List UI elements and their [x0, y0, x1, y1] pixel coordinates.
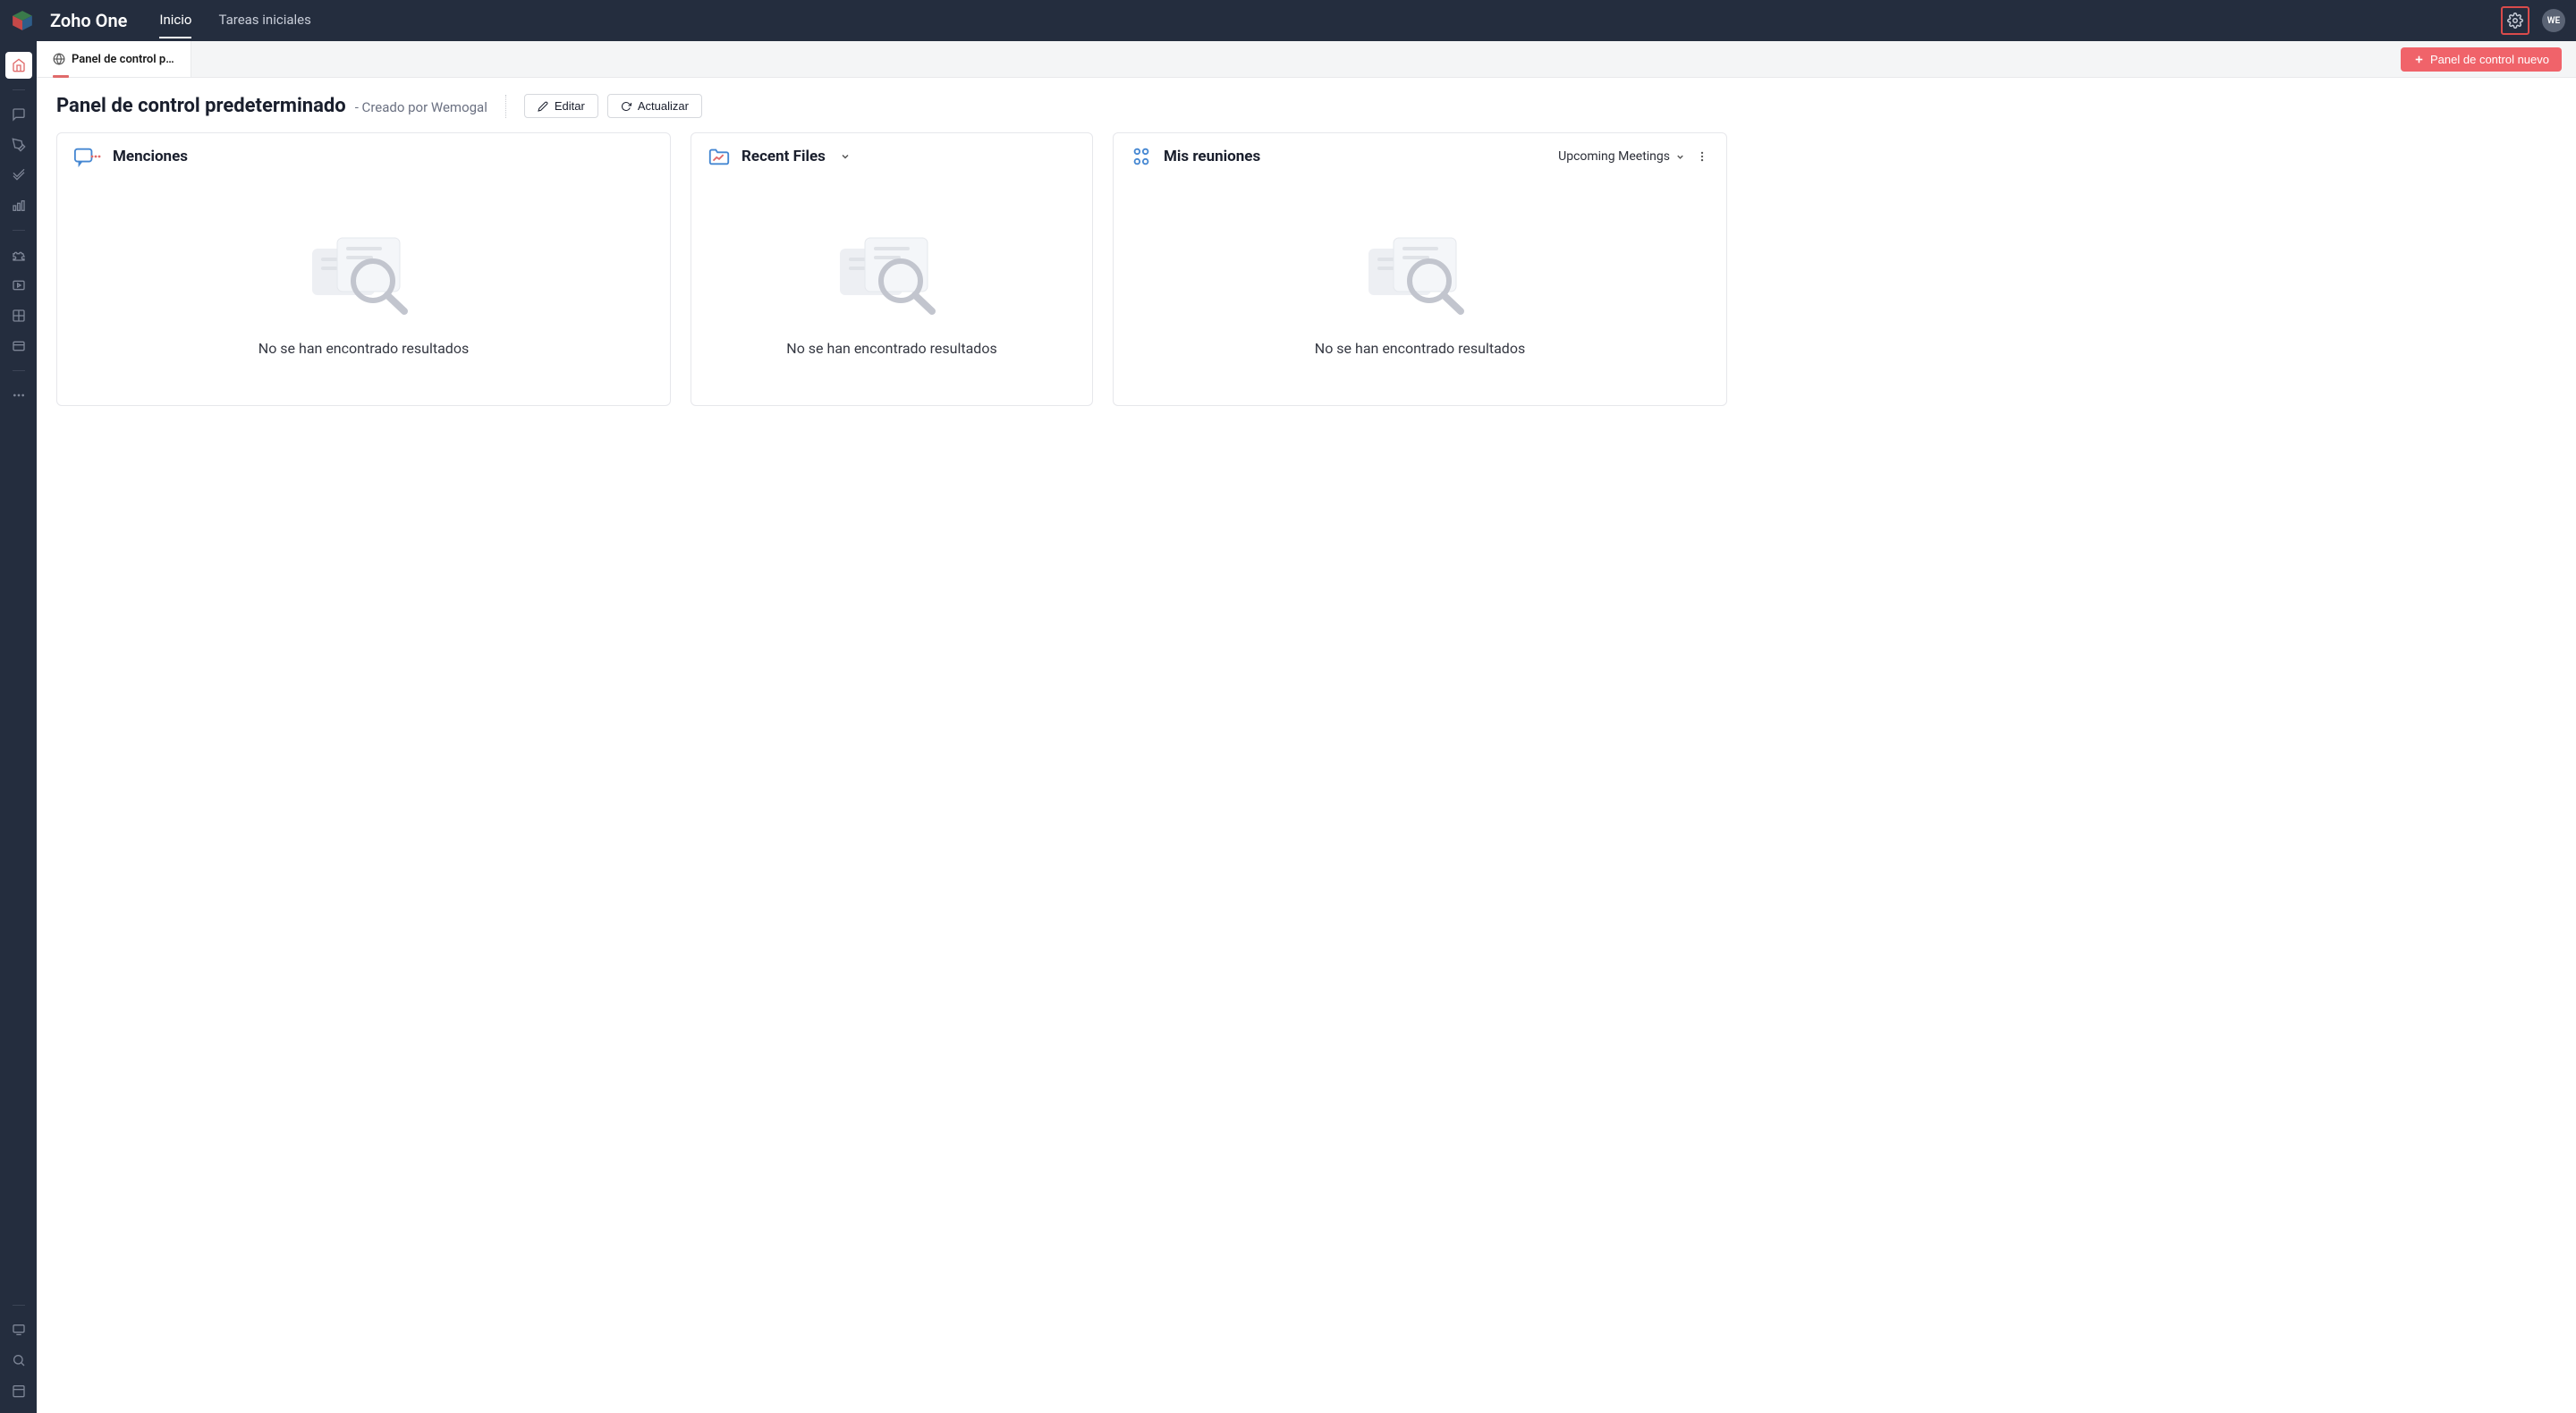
- recent-files-card: Recent Files: [691, 132, 1093, 406]
- empty-text: No se han encontrado resultados: [258, 340, 469, 357]
- search-icon: [12, 1353, 26, 1367]
- mentions-card: Menciones: [56, 132, 671, 406]
- title-block: Panel de control predeterminado - Creado…: [56, 95, 487, 117]
- rail-puzzle[interactable]: [5, 241, 32, 268]
- page-title: Panel de control predeterminado: [56, 95, 346, 117]
- app-logo-icon: [11, 9, 34, 32]
- side-rail: [0, 41, 37, 1413]
- card-header: Menciones: [57, 133, 670, 180]
- top-nav: Inicio Tareas iniciales: [159, 3, 310, 38]
- app-title: Zoho One: [50, 10, 127, 31]
- settings-button[interactable]: [2501, 6, 2529, 35]
- refresh-label: Actualizar: [638, 99, 689, 113]
- kebab-icon: [1696, 150, 1708, 163]
- more-icon: [12, 388, 26, 402]
- topbar: Zoho One Inicio Tareas iniciales WE: [0, 0, 2576, 41]
- rail-chart[interactable]: [5, 192, 32, 219]
- card-body: No se han encontrado resultados: [1114, 180, 1726, 405]
- meetings-filter-label: Upcoming Meetings: [1558, 149, 1670, 164]
- edit-icon: [538, 101, 548, 112]
- cards-grid: Menciones: [37, 127, 2576, 426]
- empty-illustration: [301, 229, 427, 318]
- meetings-card: Mis reuniones Upcoming Meetings: [1113, 132, 1727, 406]
- grid-icon: [12, 309, 26, 323]
- chat-icon: [12, 107, 26, 122]
- rail-divider: [13, 230, 25, 231]
- edit-button[interactable]: Editar: [524, 94, 598, 118]
- rail-pencil[interactable]: [5, 131, 32, 158]
- folder-chart-icon: [708, 146, 731, 167]
- dashboard-tab[interactable]: Panel de control p…: [37, 41, 191, 77]
- rail-monitor[interactable]: [5, 1316, 32, 1343]
- empty-text: No se han encontrado resultados: [786, 340, 996, 357]
- main-area: Panel de control p… Panel de control nue…: [37, 41, 2576, 1413]
- meetings-filter-dropdown[interactable]: Upcoming Meetings: [1558, 149, 1685, 164]
- byline-author: Wemogal: [431, 99, 487, 115]
- meetings-icon: [1130, 146, 1153, 167]
- empty-illustration: [1358, 229, 1483, 318]
- dashboard-tab-label: Panel de control p…: [72, 53, 174, 66]
- rail-check[interactable]: [5, 162, 32, 189]
- monitor-icon: [12, 1323, 26, 1337]
- chevron-down-icon: [1675, 152, 1685, 162]
- card-menu-button[interactable]: [1694, 148, 1710, 165]
- gear-icon: [2507, 13, 2523, 29]
- rail-search[interactable]: [5, 1347, 32, 1374]
- rail-divider: [13, 1305, 25, 1306]
- home-icon: [12, 58, 26, 72]
- subheader: Panel de control p… Panel de control nue…: [37, 41, 2576, 78]
- empty-illustration: [829, 229, 954, 318]
- recent-files-title: Recent Files: [741, 148, 826, 165]
- calendar-icon: [12, 1383, 26, 1398]
- byline: - Creado por Wemogal: [355, 99, 487, 115]
- plus-icon: [2413, 54, 2425, 65]
- title-divider: [505, 95, 506, 118]
- puzzle-icon: [12, 248, 26, 262]
- rail-divider: [13, 89, 25, 90]
- edit-label: Editar: [555, 99, 585, 113]
- card-header: Mis reuniones Upcoming Meetings: [1114, 133, 1726, 180]
- chart-icon: [12, 199, 26, 213]
- meetings-title: Mis reuniones: [1164, 148, 1260, 165]
- check-icon: [12, 168, 26, 182]
- rail-play[interactable]: [5, 272, 32, 299]
- rail-divider: [13, 370, 25, 371]
- pencil-icon: [12, 138, 26, 152]
- card-header: Recent Files: [691, 133, 1092, 180]
- byline-prefix: - Creado por: [355, 99, 431, 115]
- nav-tareas-iniciales[interactable]: Tareas iniciales: [218, 12, 310, 38]
- rail-calendar[interactable]: [5, 1377, 32, 1404]
- globe-icon: [53, 53, 65, 65]
- play-icon: [12, 278, 26, 292]
- mentions-dots-icon: [89, 151, 102, 162]
- rail-chat[interactable]: [5, 101, 32, 128]
- rail-card[interactable]: [5, 333, 32, 360]
- rail-more[interactable]: [5, 382, 32, 409]
- chevron-down-icon[interactable]: [840, 151, 851, 162]
- title-actions: Editar Actualizar: [524, 94, 702, 118]
- nav-inicio[interactable]: Inicio: [159, 12, 191, 38]
- rail-home[interactable]: [5, 52, 32, 79]
- card-icon: [12, 339, 26, 353]
- rail-grid[interactable]: [5, 302, 32, 329]
- new-dashboard-label: Panel de control nuevo: [2430, 53, 2549, 66]
- topbar-right: WE: [2501, 6, 2565, 35]
- empty-text: No se han encontrado resultados: [1315, 340, 1525, 357]
- title-bar: Panel de control predeterminado - Creado…: [37, 78, 2576, 127]
- refresh-button[interactable]: Actualizar: [607, 94, 702, 118]
- mentions-title: Menciones: [113, 148, 188, 165]
- refresh-icon: [621, 101, 631, 112]
- card-body: No se han encontrado resultados: [57, 180, 670, 405]
- avatar[interactable]: WE: [2542, 9, 2565, 32]
- card-body: No se han encontrado resultados: [691, 180, 1092, 405]
- new-dashboard-button[interactable]: Panel de control nuevo: [2401, 47, 2562, 72]
